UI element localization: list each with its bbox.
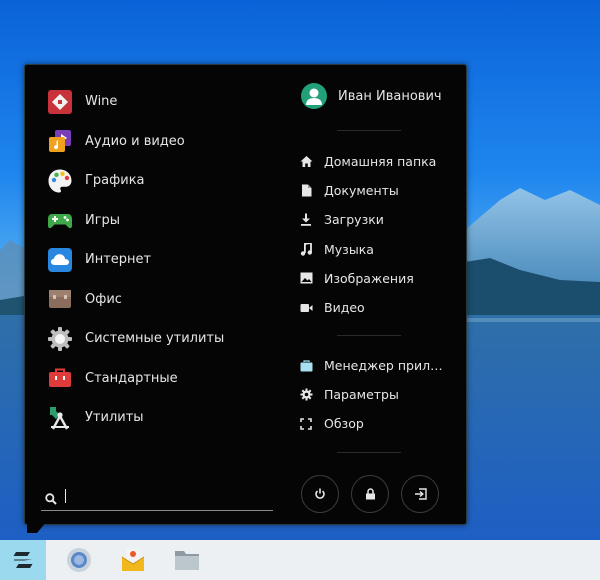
user-account[interactable]: Иван Иванович — [301, 83, 442, 109]
download-icon — [299, 213, 313, 227]
cloud-icon — [47, 247, 73, 273]
place-label: Загрузки — [324, 212, 384, 228]
separator — [337, 335, 401, 336]
utilities-icon — [47, 405, 73, 431]
tools-list: Менеджер прило... Параметры Обзор — [299, 351, 464, 439]
browser-button[interactable] — [56, 540, 102, 580]
category-multimedia[interactable]: Аудио и видео — [47, 122, 277, 162]
category-wine[interactable]: Wine — [47, 82, 277, 122]
place-label: Музыка — [324, 241, 374, 257]
video-icon — [299, 301, 313, 315]
image-icon — [299, 271, 313, 285]
category-label: Системные утилиты — [85, 331, 225, 347]
document-icon — [299, 184, 313, 198]
category-label: Утилиты — [85, 410, 144, 426]
place-music[interactable]: Музыка — [299, 235, 464, 264]
place-home[interactable]: Домашняя папка — [299, 147, 464, 176]
mail-icon — [121, 549, 145, 571]
browser-icon — [67, 548, 91, 572]
category-label: Графика — [85, 173, 145, 189]
places-list: Домашняя папка Документы Загрузки Музыка… — [299, 147, 464, 322]
place-label: Документы — [324, 183, 399, 199]
start-menu-button[interactable] — [0, 540, 46, 580]
wine-icon — [47, 89, 73, 115]
toolbox-icon — [47, 365, 73, 391]
category-system-tools[interactable]: Системные утилиты — [47, 319, 277, 359]
palette-icon — [47, 168, 73, 194]
place-pictures[interactable]: Изображения — [299, 264, 464, 293]
category-label: Интернет — [85, 252, 152, 268]
overview-icon — [299, 417, 313, 431]
separator — [337, 130, 401, 131]
session-buttons — [301, 475, 461, 513]
lock-button[interactable] — [351, 475, 389, 513]
category-internet[interactable]: Интернет — [47, 240, 277, 280]
place-documents[interactable]: Документы — [299, 176, 464, 205]
multimedia-icon — [47, 128, 73, 154]
category-label: Аудио и видео — [85, 133, 185, 149]
gear-icon — [47, 326, 73, 352]
start-menu: Wine Аудио и видео Графика Игры Интернет — [24, 64, 467, 525]
category-label: Wine — [85, 94, 118, 110]
category-label: Игры — [85, 212, 121, 228]
gamepad-icon — [47, 207, 73, 233]
search-icon — [45, 490, 57, 509]
app-manager-item[interactable]: Менеджер прило... — [299, 351, 464, 380]
lock-icon — [365, 488, 375, 500]
overview-item[interactable]: Обзор — [299, 409, 464, 438]
category-list: Wine Аудио и видео Графика Игры Интернет — [47, 82, 277, 438]
power-icon — [315, 488, 325, 499]
category-label: Офис — [85, 291, 122, 307]
place-label: Обзор — [324, 416, 364, 432]
music-icon — [299, 242, 313, 256]
category-graphics[interactable]: Графика — [47, 161, 277, 201]
place-downloads[interactable]: Загрузки — [299, 205, 464, 234]
category-office[interactable]: Офис — [47, 280, 277, 320]
avatar — [301, 83, 327, 109]
place-label: Менеджер прило... — [324, 358, 444, 374]
logout-button[interactable] — [401, 475, 439, 513]
text-caret — [65, 489, 66, 503]
zorin-logo-icon — [13, 552, 33, 568]
briefcase-icon — [47, 286, 73, 312]
logout-icon — [414, 488, 427, 500]
search-input[interactable] — [65, 486, 265, 506]
place-label: Изображения — [324, 270, 414, 286]
taskbar — [0, 540, 600, 580]
home-icon — [299, 155, 313, 169]
user-name: Иван Иванович — [338, 88, 442, 104]
place-label: Домашняя папка — [324, 154, 437, 170]
separator — [337, 452, 401, 453]
place-label: Параметры — [324, 387, 399, 403]
search-box[interactable] — [41, 482, 273, 511]
category-accessories[interactable]: Стандартные — [47, 359, 277, 399]
place-label: Видео — [324, 300, 365, 316]
settings-icon — [299, 388, 313, 402]
files-icon — [175, 551, 199, 570]
category-games[interactable]: Игры — [47, 201, 277, 241]
category-label: Стандартные — [85, 370, 178, 386]
place-videos[interactable]: Видео — [299, 293, 464, 322]
settings-item[interactable]: Параметры — [299, 380, 464, 409]
mail-button[interactable] — [110, 540, 156, 580]
menu-pointer — [27, 521, 47, 533]
category-utilities[interactable]: Утилиты — [47, 398, 277, 438]
power-button[interactable] — [301, 475, 339, 513]
files-button[interactable] — [164, 540, 210, 580]
app-manager-icon — [299, 359, 313, 373]
